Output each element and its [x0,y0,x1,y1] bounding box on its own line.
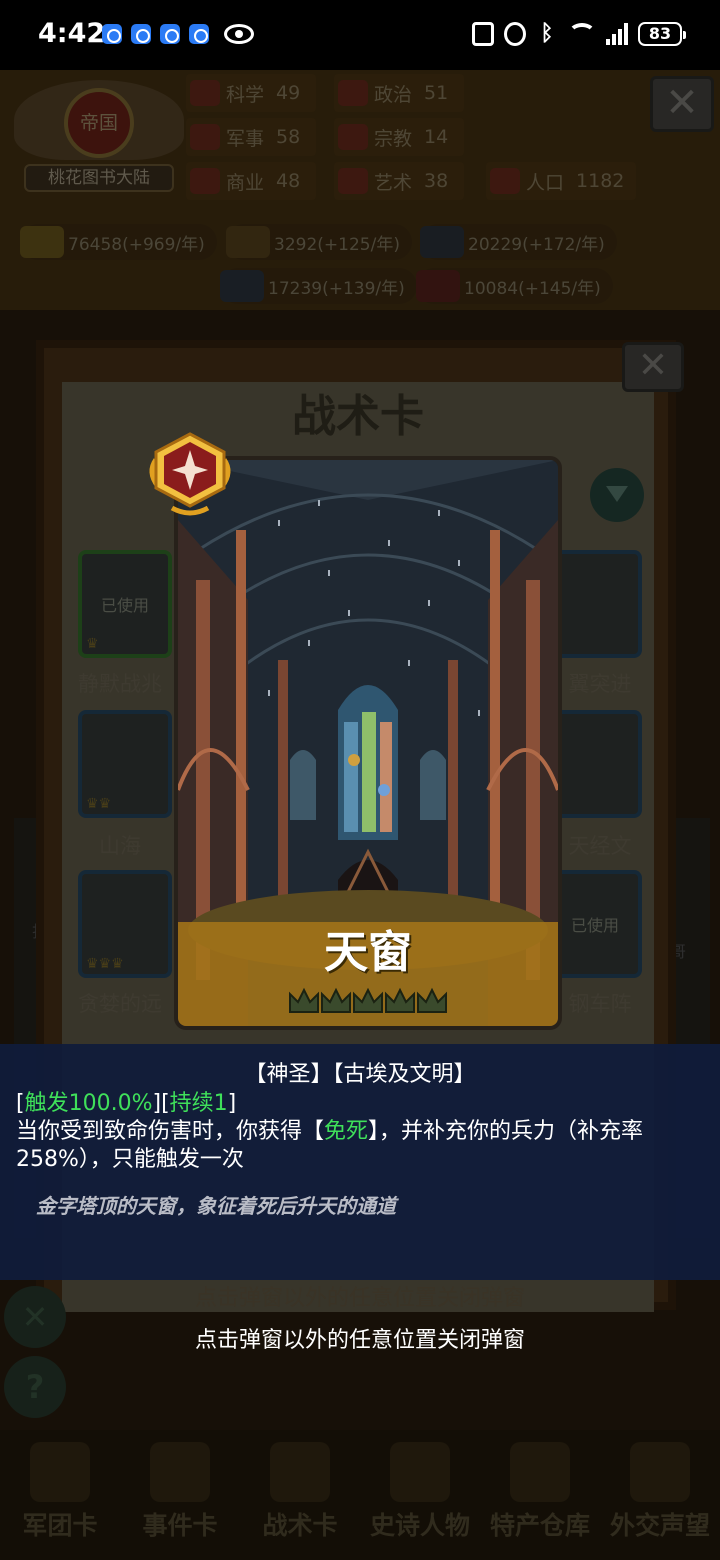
flavor-text: 金字塔顶的天窗，象征着死后升天的通道 [36,1194,396,1218]
status-indicators: ᛒ 83 [472,21,686,46]
close-hint-shadow: 点击弹窗以外的任意位置关闭弹窗 [194,1286,525,1311]
card-name: 天窗 [324,927,412,978]
rank-crowns-icon [289,987,447,1013]
wifi-icon [568,23,596,45]
holy-rarity-badge-icon [149,432,231,516]
trigger-rate: 触发100.0% [24,1091,153,1116]
card-description-panel: 【神圣】【古埃及文明】 [触发100.0%][持续1] 当你受到致命伤害时，你获… [0,1044,720,1280]
message-notification-icon [189,24,209,44]
trigger-duration-line: [触发100.0%][持续1] [16,1091,237,1116]
status-bar: 4:42 ᛒ 83 [0,0,720,70]
card-tags: 【神圣】【古埃及文明】 [244,1062,476,1087]
status-time: 4:42 [38,18,106,49]
tactic-card: 天窗 [174,456,562,1030]
duration: 持续1 [169,1091,228,1116]
app-notification-icon [160,24,180,44]
effect-text: 当你受到致命伤害时，你获得【免死】，并补充你的兵力（补充率258%），只能触发一… [16,1119,644,1172]
eye-icon [224,24,254,44]
app-notification-icon [131,24,151,44]
close-hint: 点击弹窗以外的任意位置关闭弹窗 [194,1328,525,1353]
signal-icon [606,23,628,45]
effect-highlight: 免死 [324,1119,369,1144]
notification-icons [102,24,209,44]
alarm-icon [504,22,526,46]
nfc-icon [472,22,494,46]
app-notification-icon [102,24,122,44]
battery-icon: 83 [638,22,686,46]
bluetooth-icon: ᛒ [540,21,554,46]
